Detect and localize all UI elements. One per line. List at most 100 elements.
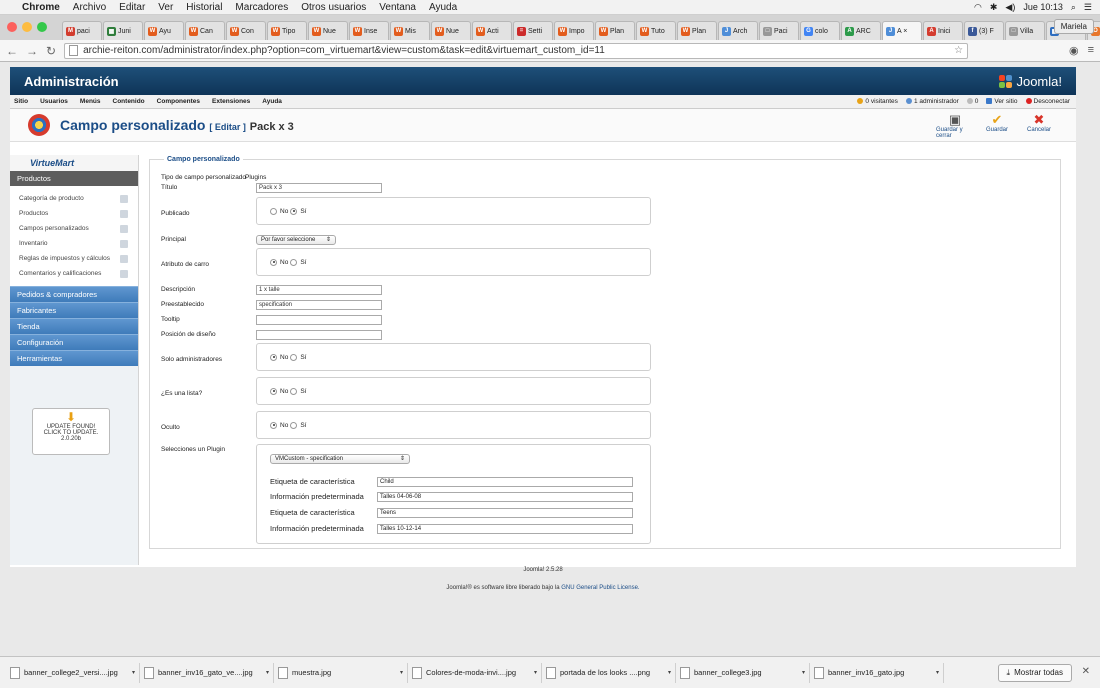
plugin-row-input[interactable]: Child [377, 477, 633, 487]
browser-tab[interactable]: A Inici [923, 21, 963, 40]
download-item[interactable]: banner_inv16_gato_ve....jpg ▾ [140, 662, 274, 683]
admin-only-no-radio[interactable] [270, 353, 277, 361]
sidebar-section-configuracion[interactable]: Configuración [10, 334, 138, 350]
hidden-yes-radio[interactable] [290, 421, 298, 429]
view-site-link[interactable]: Ver sitio [986, 98, 1018, 105]
preset-input[interactable]: specification [256, 300, 382, 310]
browser-tab[interactable]: □ Villa [1005, 21, 1045, 40]
browser-tab[interactable]: W Inse [349, 21, 389, 40]
show-all-downloads-button[interactable]: ⤓ Mostrar todas [997, 663, 1072, 682]
address-bar[interactable]: archie-reiton.com/administrator/index.ph… [64, 42, 969, 59]
hidden-no-radio[interactable] [270, 421, 277, 429]
menu-historial[interactable]: Historial [186, 2, 222, 13]
cancel-button[interactable]: ✖ Cancelar [1020, 112, 1058, 139]
list-icon[interactable]: ☰ [1084, 2, 1092, 13]
plugin-select[interactable]: VMCustom - specification ⇕ [270, 454, 410, 464]
menu-otros-usuarios[interactable]: Otros usuarios [301, 2, 366, 13]
plugin-row-input[interactable]: Teens [377, 508, 633, 518]
download-menu-arrow-icon[interactable]: ▾ [936, 669, 939, 676]
menu-marcadores[interactable]: Marcadores [235, 2, 288, 13]
zoom-window-icon[interactable] [37, 22, 47, 32]
browser-tab[interactable]: J Arch [718, 21, 758, 40]
download-menu-arrow-icon[interactable]: ▾ [400, 669, 403, 676]
browser-tab[interactable]: W Can [185, 21, 225, 40]
published-yes-radio[interactable] [290, 207, 298, 215]
tooltip-input[interactable] [256, 315, 382, 325]
sidebar-item-campos[interactable]: Campos personalizados [10, 221, 138, 236]
menu-editar[interactable]: Editar [119, 2, 145, 13]
browser-tab[interactable]: □ Paci [759, 21, 799, 40]
menu-ayuda[interactable]: Ayuda [429, 2, 457, 13]
title-input[interactable]: Pack x 3 [256, 183, 382, 193]
download-menu-arrow-icon[interactable]: ▾ [668, 669, 671, 676]
browser-tab[interactable]: W Tipo [267, 21, 307, 40]
download-menu-arrow-icon[interactable]: ▾ [132, 669, 135, 676]
menu-sitio[interactable]: Sitio [14, 98, 28, 105]
download-menu-arrow-icon[interactable]: ▾ [266, 669, 269, 676]
menu-icon[interactable]: ≡ [1088, 44, 1094, 57]
cart-attr-no-radio[interactable] [270, 258, 277, 266]
download-item[interactable]: banner_college3.jpg ▾ [676, 662, 810, 683]
messages-count[interactable]: 0 [966, 98, 978, 105]
download-item[interactable]: muestra.jpg ▾ [274, 662, 408, 683]
sidebar-item-inventario[interactable]: Inventario [10, 236, 138, 251]
browser-tab[interactable]: f (3) F [964, 21, 1004, 40]
profile-button[interactable]: Mariela [1053, 19, 1094, 34]
is-list-no-radio[interactable] [270, 387, 277, 395]
back-icon[interactable]: ← [6, 44, 18, 58]
browser-tab[interactable]: Mpaci [62, 21, 102, 40]
download-item[interactable]: Colores-de-moda-invi....jpg ▾ [408, 662, 542, 683]
browser-tab[interactable]: W Nue [308, 21, 348, 40]
cart-attr-yes-radio[interactable] [290, 258, 298, 266]
browser-tab[interactable]: W Ayu [144, 21, 184, 40]
is-list-yes-radio[interactable] [290, 387, 298, 395]
logout-link[interactable]: Desconectar [1025, 98, 1070, 105]
forward-icon[interactable]: → [26, 44, 38, 58]
menu-contenido[interactable]: Contenido [113, 98, 145, 105]
bookmark-star-icon[interactable]: ☆ [954, 45, 963, 56]
plugin-row-input[interactable]: Talles 10-12-14 [377, 524, 633, 534]
principal-select[interactable]: Por favor seleccione ⇕ [256, 235, 336, 245]
sidebar-item-categorias[interactable]: Categoría de producto [10, 191, 138, 206]
sidebar-item-impuestos[interactable]: Reglas de impuestos y cálculos [10, 251, 138, 266]
spotlight-icon[interactable]: ⌕ [1071, 2, 1076, 13]
download-menu-arrow-icon[interactable]: ▾ [802, 669, 805, 676]
published-no-radio[interactable] [270, 207, 277, 215]
wifi-icon[interactable]: ◠ [974, 2, 982, 13]
browser-tab[interactable]: W Tuto [636, 21, 676, 40]
save-close-button[interactable]: ▣ Guardar y cerrar [936, 112, 974, 139]
menu-ver[interactable]: Ver [158, 2, 173, 13]
extension-icon[interactable]: ◉ [1069, 44, 1079, 57]
save-button[interactable]: ✔ Guardar [978, 112, 1016, 139]
plugin-row-input[interactable]: Talles 04-06-08 [377, 492, 633, 502]
browser-tab[interactable]: W Plan [595, 21, 635, 40]
download-menu-arrow-icon[interactable]: ▾ [534, 669, 537, 676]
reload-icon[interactable]: ↻ [46, 44, 56, 58]
download-item[interactable]: banner_college2_versi....jpg ▾ [6, 662, 140, 683]
browser-tab[interactable]: W Impo [554, 21, 594, 40]
sidebar-item-comentarios[interactable]: Comentarios y calificaciones [10, 266, 138, 281]
app-menu[interactable]: Chrome [22, 2, 60, 13]
clock[interactable]: Jue 10:13 [1023, 2, 1063, 12]
layout-position-input[interactable] [256, 330, 382, 340]
minimize-window-icon[interactable] [22, 22, 32, 32]
browser-tab[interactable]: W Mis [390, 21, 430, 40]
browser-tab[interactable]: ▦ Juni [103, 21, 143, 40]
download-item[interactable]: banner_inv16_gato.jpg ▾ [810, 662, 944, 683]
sidebar-section-fabricantes[interactable]: Fabricantes [10, 302, 138, 318]
sidebar-products-head[interactable]: Productos [10, 171, 138, 186]
admin-only-yes-radio[interactable] [290, 353, 298, 361]
menu-extensiones[interactable]: Extensiones [212, 98, 250, 105]
browser-tab[interactable]: = Setti [513, 21, 553, 40]
browser-tab[interactable]: W Nue [431, 21, 471, 40]
sidebar-section-tienda[interactable]: Tienda [10, 318, 138, 334]
download-item[interactable]: portada de los looks ....png ▾ [542, 662, 676, 683]
browser-tab[interactable]: W Acti [472, 21, 512, 40]
browser-tab[interactable]: JA × [882, 21, 922, 40]
menu-menus[interactable]: Menús [80, 98, 101, 105]
browser-tab[interactable]: W Plan [677, 21, 717, 40]
browser-tab[interactable]: W Con [226, 21, 266, 40]
browser-tab[interactable]: A ARC [841, 21, 881, 40]
menu-archivo[interactable]: Archivo [73, 2, 106, 13]
sidebar-section-pedidos[interactable]: Pedidos & compradores [10, 286, 138, 302]
